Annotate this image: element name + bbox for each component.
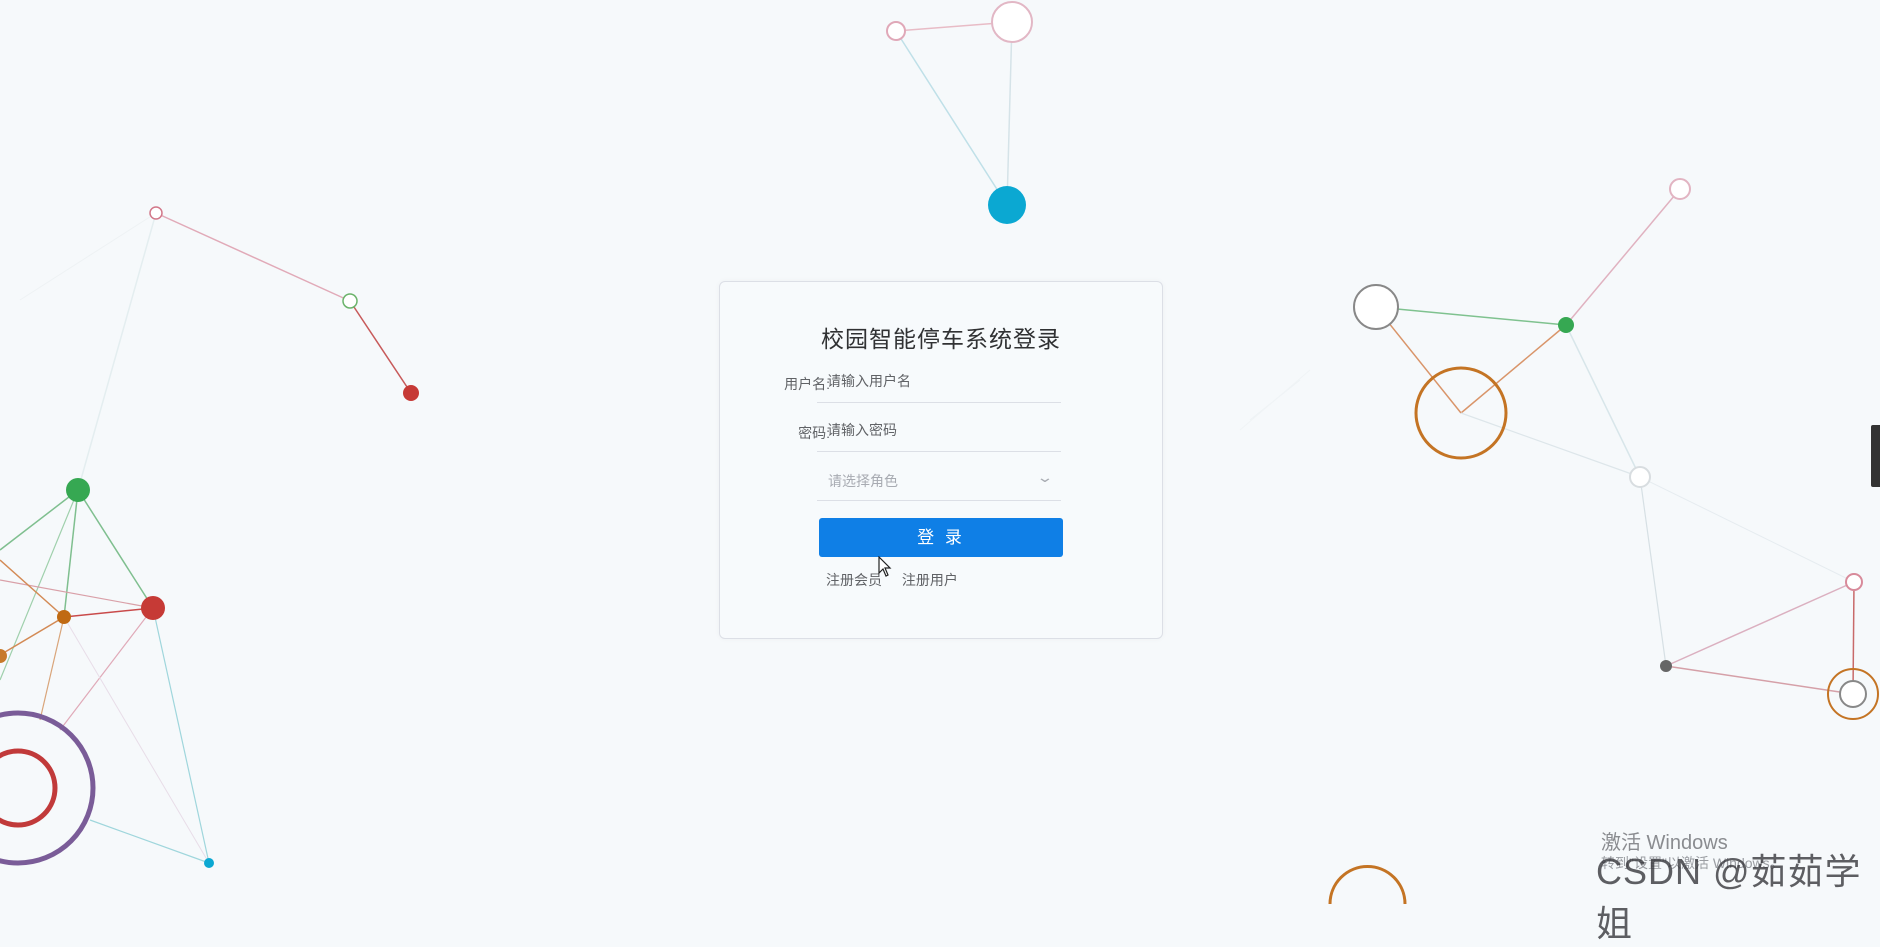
register-user-link[interactable]: 注册用户	[902, 572, 958, 588]
watermark-text: CSDN @茹茹学姐	[1596, 851, 1862, 944]
username-field	[817, 362, 1061, 403]
scrollbar-handle[interactable]	[1871, 425, 1880, 487]
network-graph-upper-left	[19, 206, 419, 491]
register-member-link[interactable]: 注册会员	[826, 572, 882, 588]
login-button[interactable]: 登 录	[819, 518, 1063, 557]
register-links: 注册会员 注册用户	[826, 570, 974, 590]
mouse-cursor-icon	[878, 556, 892, 577]
role-select[interactable]: 请选择角色 ⌄	[817, 460, 1061, 501]
network-graph-right	[1239, 178, 1879, 904]
password-input[interactable]	[817, 411, 1061, 449]
role-select-placeholder: 请选择角色	[828, 473, 898, 489]
login-card: 校园智能停车系统登录 用户名: 密码: 请选择角色 ⌄ 登 录 注册会员 注册用…	[719, 281, 1163, 639]
username-input[interactable]	[817, 362, 1061, 400]
network-graph-top	[886, 1, 1033, 224]
page-title: 校园智能停车系统登录	[821, 326, 1061, 352]
chevron-down-icon: ⌄	[1036, 469, 1054, 485]
password-field	[817, 411, 1061, 452]
network-graph-lower-left	[0, 478, 214, 868]
